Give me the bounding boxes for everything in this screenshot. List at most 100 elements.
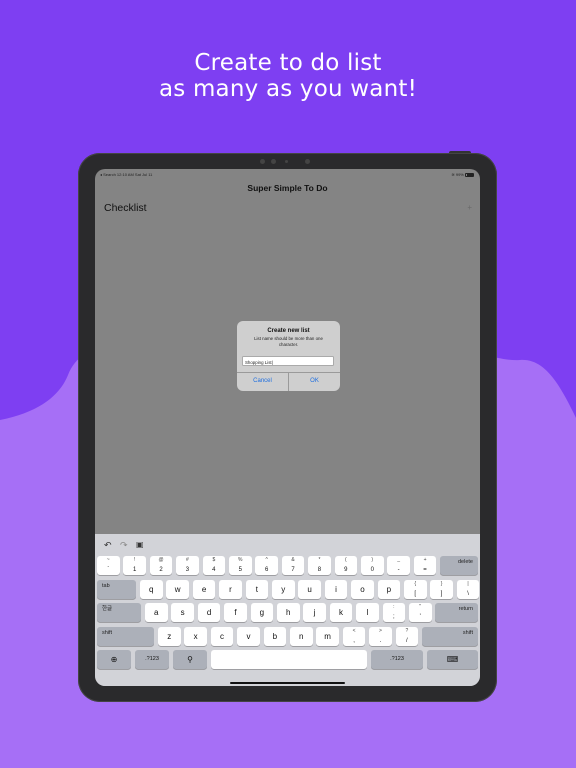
key-w[interactable]: w bbox=[166, 579, 189, 599]
key-f[interactable]: f bbox=[224, 603, 247, 622]
key-close-bracket[interactable]: }] bbox=[430, 579, 453, 599]
key-s[interactable]: s bbox=[171, 603, 194, 622]
key-t[interactable]: t bbox=[245, 579, 269, 599]
ok-button[interactable]: OK bbox=[289, 372, 340, 391]
key-label: ⌨ bbox=[446, 655, 459, 664]
key-9[interactable]: (9 bbox=[334, 556, 358, 575]
key-h[interactable]: h bbox=[277, 603, 300, 622]
shift-left-key[interactable]: shift bbox=[97, 626, 154, 646]
tab-key[interactable]: tab bbox=[97, 579, 136, 599]
paste-icon[interactable]: ▣ bbox=[136, 540, 144, 549]
key-label: delete bbox=[457, 559, 473, 565]
key-`[interactable]: ~ ` bbox=[97, 556, 120, 575]
dialog-title: Create new list bbox=[267, 328, 310, 334]
key-label: s bbox=[180, 608, 185, 617]
key-b[interactable]: b bbox=[263, 626, 287, 646]
key-a[interactable]: a bbox=[145, 603, 168, 622]
key-bottom-label: 1 bbox=[132, 567, 137, 573]
key-bottom-label: 0 bbox=[370, 567, 374, 573]
device-sensor bbox=[260, 159, 265, 164]
key-c[interactable]: c bbox=[210, 626, 234, 646]
key-label: r bbox=[229, 584, 232, 594]
key-2[interactable]: @2 bbox=[149, 556, 173, 575]
key-label: z bbox=[167, 631, 172, 641]
key-bottom-label: 5 bbox=[238, 567, 242, 573]
delete-key[interactable]: delete bbox=[440, 556, 478, 575]
key-g[interactable]: g bbox=[250, 603, 274, 622]
key-bottom-label: / bbox=[406, 637, 408, 644]
key-i[interactable]: i bbox=[324, 579, 348, 599]
key-backslash[interactable]: | \ bbox=[456, 579, 480, 599]
key-d[interactable]: d bbox=[197, 603, 221, 622]
cancel-button[interactable]: Cancel bbox=[237, 372, 288, 391]
key-bottom-label: 8 bbox=[317, 567, 322, 573]
key-y[interactable]: y bbox=[272, 579, 295, 599]
key-label: tab bbox=[102, 582, 110, 589]
key-open-bracket[interactable]: {[ bbox=[404, 579, 427, 599]
plus-icon[interactable]: + bbox=[467, 203, 472, 212]
key-p[interactable]: p bbox=[377, 579, 401, 599]
key-j[interactable]: j bbox=[303, 603, 326, 622]
key-e[interactable]: e bbox=[192, 579, 216, 599]
device-camera bbox=[305, 159, 310, 164]
key-q[interactable]: q bbox=[140, 579, 163, 599]
key-label: p bbox=[386, 584, 392, 594]
list-name-input[interactable]: Shopping List| bbox=[242, 356, 334, 366]
key-semicolon[interactable]: :; bbox=[382, 603, 406, 622]
key-u[interactable]: u bbox=[298, 579, 321, 599]
shift-right-key[interactable]: shift bbox=[422, 626, 478, 646]
keyboard-toolbar: ↶ ↷ ▣ bbox=[95, 534, 480, 556]
key-4[interactable]: $4 bbox=[202, 556, 226, 575]
key-l[interactable]: l bbox=[356, 603, 379, 622]
ipad-frame: ◂ Search 12:10 AM Sat Jul 11 ≋ 99% Super… bbox=[78, 153, 497, 702]
globe-icon[interactable]: ⊕ bbox=[97, 650, 131, 669]
key-k[interactable]: k bbox=[329, 603, 353, 622]
key-label: .?123 bbox=[390, 656, 404, 662]
key-5[interactable]: % 5 bbox=[229, 556, 252, 575]
key-=[interactable]: + = bbox=[413, 556, 437, 575]
key-x[interactable]: x bbox=[184, 626, 207, 646]
key-bottom-label: , bbox=[353, 637, 355, 644]
key-quote[interactable]: " ' bbox=[409, 603, 432, 622]
space-key[interactable] bbox=[211, 650, 367, 669]
key-top-label: ( bbox=[345, 557, 347, 563]
key-o[interactable]: o bbox=[351, 579, 374, 599]
key-label: 한글 bbox=[102, 606, 113, 612]
undo-icon[interactable]: ↶ bbox=[104, 540, 112, 551]
home-indicator bbox=[230, 682, 345, 684]
key-label: o bbox=[360, 584, 365, 594]
key-m[interactable]: m bbox=[316, 626, 339, 646]
key-0[interactable]: ) 0 bbox=[361, 556, 384, 575]
key-n[interactable]: n bbox=[290, 626, 313, 646]
return-key[interactable]: return bbox=[435, 603, 478, 622]
mic-icon[interactable]: ⚲ bbox=[173, 650, 207, 669]
key--[interactable]: _ - bbox=[387, 556, 410, 575]
key-z[interactable]: z bbox=[158, 626, 181, 646]
key-7[interactable]: & 7 bbox=[281, 556, 305, 575]
language-key[interactable]: 한글 bbox=[97, 603, 141, 622]
key-bottom-label: \ bbox=[467, 590, 469, 597]
numbers-key[interactable]: .?123 bbox=[135, 650, 169, 669]
device-sensor bbox=[271, 159, 276, 164]
status-left: ◂ Search 12:10 AM Sat Jul 11 bbox=[100, 172, 153, 177]
key-v[interactable]: v bbox=[237, 626, 260, 646]
key-bottom-label: ' bbox=[419, 614, 421, 620]
key-3[interactable]: #3 bbox=[176, 556, 199, 575]
headline-line-2: as many as you want! bbox=[158, 76, 418, 102]
key-comma[interactable]: <, bbox=[342, 626, 366, 646]
key-label: g bbox=[259, 608, 265, 617]
status-bar: ◂ Search 12:10 AM Sat Jul 11 ≋ 99% bbox=[95, 169, 480, 179]
numbers-key-right[interactable]: .?123 bbox=[371, 650, 423, 669]
key-8[interactable]: * 8 bbox=[308, 556, 331, 575]
keyboard-dismiss-icon[interactable]: ⌨ bbox=[427, 650, 478, 669]
key-label: n bbox=[299, 631, 304, 641]
key-slash[interactable]: ? / bbox=[395, 626, 419, 646]
key-label: .?123 bbox=[145, 656, 159, 662]
key-period[interactable]: >. bbox=[369, 626, 392, 646]
redo-icon[interactable]: ↷ bbox=[120, 540, 128, 551]
key-1[interactable]: ! 1 bbox=[123, 556, 146, 575]
keyboard: ↶ ↷ ▣ ~ `! 1 @2 #3 $4% 5 ^ 6 & 7 * 8(9) 0 _ - + = delete ta… bbox=[95, 534, 480, 686]
key-6[interactable]: ^ 6 bbox=[255, 556, 278, 575]
key-bottom-label: 2 bbox=[159, 567, 163, 573]
key-r[interactable]: r bbox=[219, 579, 242, 599]
